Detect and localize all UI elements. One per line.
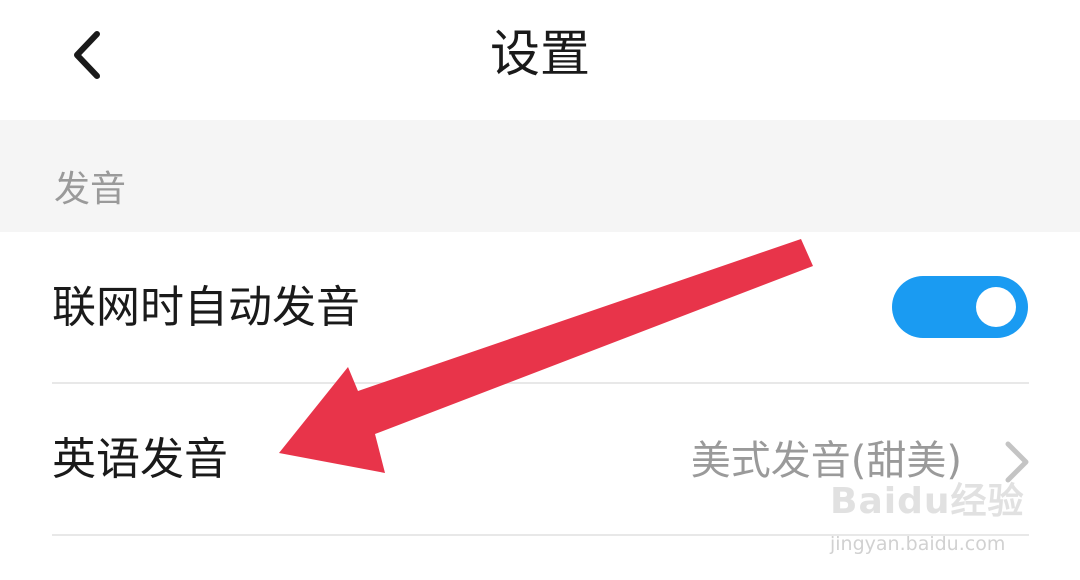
english-pronunciation-value: 美式发音(甜美)	[690, 438, 962, 484]
auto-pronounce-toggle[interactable]	[892, 276, 1028, 338]
navigation-bar: 设置	[0, 0, 1080, 120]
divider	[52, 534, 1029, 536]
chevron-right-icon	[1005, 441, 1029, 483]
section-title: 发音	[54, 169, 127, 210]
english-pronunciation-row[interactable]: 英语发音 美式发音(甜美)	[0, 384, 1080, 534]
english-pronunciation-label: 英语发音	[52, 434, 228, 485]
auto-pronounce-row: 联网时自动发音	[0, 232, 1080, 382]
page-title: 设置	[490, 25, 590, 83]
section-header-pronunciation: 发音	[0, 120, 1080, 232]
toggle-knob	[976, 287, 1016, 327]
auto-pronounce-label: 联网时自动发音	[52, 282, 360, 333]
